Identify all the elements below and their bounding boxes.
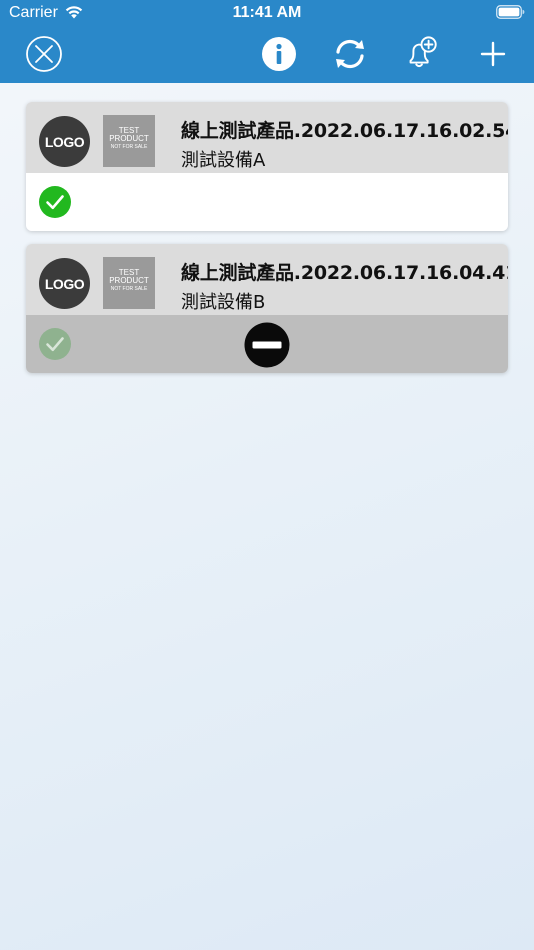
device-card-header[interactable]: LOGO TEST PRODUCT NOT FOR SALE 線上測試產品.20… (26, 102, 508, 173)
brand-logo: LOGO (39, 258, 90, 309)
refresh-icon[interactable] (331, 35, 369, 73)
device-card[interactable]: LOGO TEST PRODUCT NOT FOR SALE 線上測試產品.20… (26, 244, 508, 373)
status-bar: Carrier 11:41 AM (0, 0, 534, 26)
battery-icon (496, 5, 525, 19)
device-card[interactable]: LOGO TEST PRODUCT NOT FOR SALE 線上測試產品.20… (26, 102, 508, 231)
bell-plus-icon[interactable] (402, 35, 440, 73)
product-name: 線上測試產品.2022.06.17.16.02.54 (181, 120, 508, 142)
close-circle-icon[interactable] (25, 35, 63, 73)
brand-logo: LOGO (39, 116, 90, 167)
device-card-footer (26, 173, 508, 231)
top-bar: Carrier 11:41 AM (0, 0, 534, 83)
status-time: 11:41 AM (232, 4, 302, 21)
check-circle-icon[interactable] (39, 186, 71, 218)
thumbnail-line-2: PRODUCT (109, 276, 149, 286)
info-icon[interactable] (260, 35, 298, 73)
device-name: 測試設備B (181, 292, 266, 313)
thumbnail-line-3: NOT FOR SALE (110, 143, 148, 150)
product-thumbnail: TEST PRODUCT NOT FOR SALE (103, 257, 155, 309)
device-card-header[interactable]: LOGO TEST PRODUCT NOT FOR SALE 線上測試產品.20… (26, 244, 508, 315)
thumbnail-line-3: NOT FOR SALE (110, 285, 148, 292)
blocked-icon (244, 322, 290, 368)
plus-icon[interactable] (474, 35, 512, 73)
nav-bar (0, 26, 534, 83)
check-circle-icon (39, 328, 71, 360)
thumbnail-line-2: PRODUCT (109, 134, 149, 144)
product-name: 線上測試產品.2022.06.17.16.04.41 (181, 262, 508, 284)
product-thumbnail: TEST PRODUCT NOT FOR SALE (103, 115, 155, 167)
device-name: 測試設備A (181, 150, 266, 171)
device-card-footer (26, 315, 508, 373)
